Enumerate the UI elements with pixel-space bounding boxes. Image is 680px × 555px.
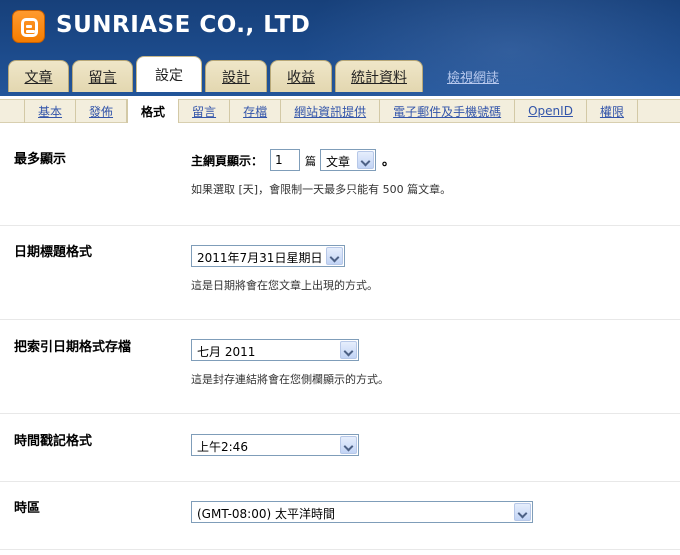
subtab-site-feed[interactable]: 網站資訊提供 — [281, 99, 381, 123]
subtab-formatting[interactable]: 格式 — [127, 99, 180, 123]
period-label: 。 — [382, 154, 396, 169]
archive-date-select[interactable]: 七月 2011 — [191, 339, 359, 361]
setting-timezone: 時區 (GMT-08:00) 太平洋時間 — [0, 482, 680, 550]
archive-date-help: 這是封存連結將會在您側欄顯示的方式。 — [191, 373, 389, 386]
subtab-comments[interactable]: 留言 — [179, 99, 231, 123]
chevron-down-icon — [326, 247, 343, 265]
post-count-input[interactable]: 1 — [270, 149, 300, 171]
max-display-help: 如果選取 [天]，會限制一天最多只能有 500 篇文章。 — [191, 183, 452, 196]
settings-subnav: 基本 發佈 格式 留言 存檔 網站資訊提供 電子郵件及手機號碼 OpenID 權… — [0, 96, 680, 126]
archive-date-value: 七月 2011 — [197, 345, 256, 359]
subtab-basic[interactable]: 基本 — [24, 99, 77, 123]
date-header-help: 這是日期將會在您文章上出現的方式。 — [191, 279, 378, 292]
tab-monetize[interactable]: 收益 — [270, 60, 332, 92]
main-tabs: 文章 留言 設定 設計 收益 統計資料 — [8, 56, 426, 92]
timezone-value: (GMT-08:00) 太平洋時間 — [197, 507, 335, 521]
timezone-select[interactable]: (GMT-08:00) 太平洋時間 — [191, 501, 533, 523]
view-blog-link[interactable]: 檢視網誌 — [447, 67, 499, 86]
timestamp-select[interactable]: 上午2:46 — [191, 434, 359, 456]
date-header-select[interactable]: 2011年7月31日星期日 — [191, 245, 345, 267]
max-display-label: 最多顯示 — [14, 152, 67, 167]
subtab-email-mobile[interactable]: 電子郵件及手機號碼 — [380, 99, 516, 123]
setting-date-header: 日期標題格式 2011年7月31日星期日 這是日期將會在您文章上出現的方式。 — [0, 226, 680, 320]
blogger-header: SUNRIASE CO., LTD 文章 留言 設定 設計 收益 統計資料 檢視… — [0, 0, 680, 100]
subtab-permissions[interactable]: 權限 — [587, 99, 638, 123]
tab-comments[interactable]: 留言 — [72, 60, 133, 92]
date-header-label: 日期標題格式 — [14, 245, 93, 260]
setting-archive-date: 把索引日期格式存檔 七月 2011 這是封存連結將會在您側欄顯示的方式。 — [0, 320, 680, 414]
display-type-value: 文章 — [326, 155, 351, 169]
tab-stats[interactable]: 統計資料 — [335, 60, 423, 92]
archive-date-label: 把索引日期格式存檔 — [14, 340, 132, 355]
display-type-select[interactable]: 文章 — [320, 149, 376, 171]
timezone-label: 時區 — [14, 501, 41, 516]
tab-posts[interactable]: 文章 — [8, 60, 69, 92]
chevron-down-icon — [357, 151, 374, 169]
setting-max-display: 最多顯示 主網頁顯示： 1 篇 文章 。 如果選取 [天]，會限制一天最多只能有… — [0, 126, 680, 226]
date-header-value: 2011年7月31日星期日 — [197, 251, 323, 265]
posts-on-main-label: 主網頁顯示： — [191, 154, 264, 168]
chevron-down-icon — [514, 503, 531, 521]
unit-label: 篇 — [305, 155, 316, 168]
chevron-down-icon — [340, 341, 357, 359]
blogger-logo-icon[interactable] — [12, 10, 45, 43]
blog-title: SUNRIASE CO., LTD — [56, 12, 311, 38]
setting-timestamp: 時間戳記格式 上午2:46 — [0, 414, 680, 482]
chevron-down-icon — [340, 436, 357, 454]
tab-settings[interactable]: 設定 — [136, 56, 202, 92]
tab-design[interactable]: 設計 — [205, 60, 267, 92]
timestamp-label: 時間戳記格式 — [14, 434, 93, 449]
timestamp-value: 上午2:46 — [197, 440, 248, 454]
subtab-publishing[interactable]: 發佈 — [76, 99, 128, 123]
subtab-archiving[interactable]: 存檔 — [230, 99, 282, 123]
subtab-openid[interactable]: OpenID — [515, 99, 587, 123]
